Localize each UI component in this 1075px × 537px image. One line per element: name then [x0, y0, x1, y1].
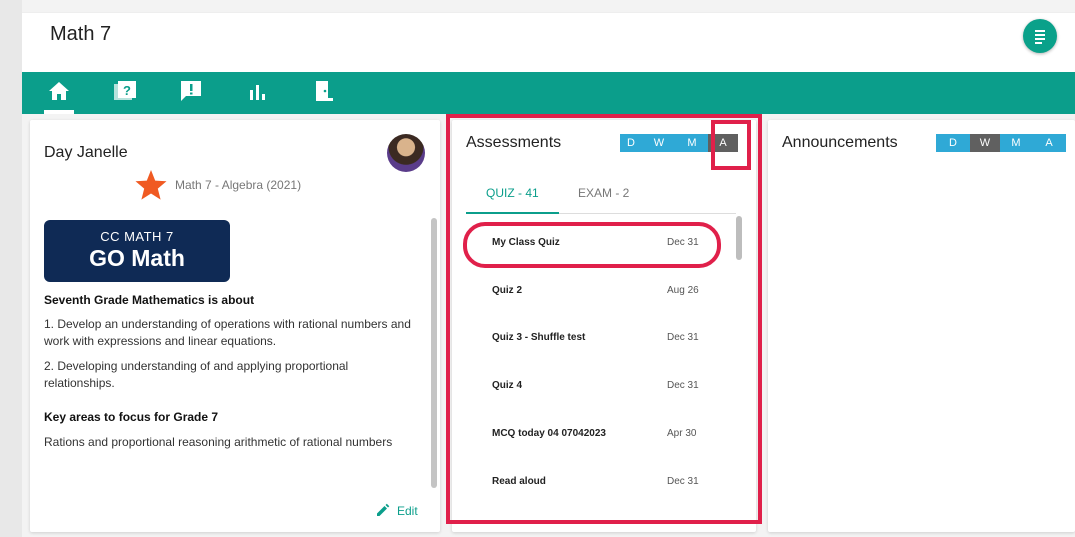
description-point-2: 2. Developing understanding of and apply… [44, 359, 349, 390]
quiz-due-date: Dec 31 [667, 476, 699, 487]
quiz-book-icon: ? [114, 81, 136, 100]
announcements-card: Announcements D W M A [768, 120, 1075, 532]
range-month-button[interactable]: M [1000, 134, 1032, 152]
logo-line2: GO Math [89, 245, 185, 271]
quiz-due-date: Apr 30 [667, 428, 697, 439]
quiz-name: MCQ today 04 07042023 [492, 428, 606, 439]
announcement-icon [181, 81, 201, 101]
quiz-name: Quiz 4 [492, 380, 523, 391]
announcements-title: Announcements [782, 134, 898, 151]
course-logo: CC MATH 7 GO Math [44, 220, 230, 282]
quiz-name: Quiz 3 - Shuffle test [492, 332, 586, 343]
assessments-range-selector: D W M A [620, 134, 738, 152]
quiz-list-scrollbar[interactable] [736, 216, 742, 260]
tab-exam[interactable]: EXAM - 2 [558, 186, 649, 214]
range-day-button[interactable]: D [936, 134, 970, 152]
range-all-button[interactable]: A [708, 134, 738, 152]
teacher-avatar [387, 134, 425, 172]
course-info-card: Day Janelle Math 7 - Algebra (2021) CC M… [30, 120, 440, 532]
teacher-name: Day Janelle [44, 144, 128, 161]
quiz-due-date: Dec 31 [667, 332, 699, 343]
quiz-list-item[interactable]: My Class Quiz Dec 31 [492, 237, 712, 257]
edit-button[interactable]: Edit [375, 502, 418, 518]
quiz-due-date: Aug 26 [667, 285, 699, 296]
exit-door-icon [316, 81, 333, 101]
quiz-due-date: Dec 31 [667, 237, 699, 248]
announcements-range-selector: D W M A [936, 134, 1066, 152]
quiz-name: Quiz 2 [492, 285, 523, 296]
course-nav-bar: ? [22, 72, 1075, 114]
course-subtitle: Math 7 - Algebra (2021) [175, 178, 302, 192]
quiz-list-item[interactable]: Quiz 3 - Shuffle test Dec 31 [492, 332, 712, 352]
focus-heading: Key areas to focus for Grade 7 [44, 410, 219, 424]
nav-active-indicator [44, 110, 74, 114]
pencil-icon [377, 503, 390, 516]
focus-point: Rations and proportional reasoning arith… [44, 435, 393, 449]
menu-button[interactable] [1023, 19, 1057, 53]
range-week-button[interactable]: W [970, 134, 1000, 152]
left-margin-strip [0, 0, 22, 537]
nav-exit[interactable] [308, 80, 338, 114]
logo-line1: CC MATH 7 [100, 229, 174, 244]
quiz-list-item[interactable]: Quiz 4 Dec 31 [492, 380, 712, 400]
range-week-button[interactable]: W [642, 134, 676, 152]
range-all-button[interactable]: A [1032, 134, 1066, 152]
star-icon [135, 170, 167, 200]
quiz-name: Read aloud [492, 476, 546, 487]
nav-announcements[interactable] [176, 80, 206, 114]
home-icon [49, 82, 69, 100]
description-point-1: 1. Develop an understanding of operation… [44, 317, 411, 348]
quiz-list-item[interactable]: Read aloud Dec 31 [492, 476, 712, 496]
edit-label: Edit [397, 504, 418, 518]
course-header: Math 7 [22, 12, 1075, 72]
range-month-button[interactable]: M [676, 134, 708, 152]
svg-text:?: ? [123, 83, 131, 98]
tab-quiz[interactable]: QUIZ - 41 [466, 186, 559, 214]
quiz-list-item[interactable]: Quiz 2 Aug 26 [492, 285, 712, 305]
quiz-name: My Class Quiz [492, 237, 560, 248]
assessments-card: Assessments D W M A QUIZ - 41 EXAM - 2 M… [452, 120, 756, 532]
description-scrollbar[interactable] [431, 218, 437, 488]
bar-chart-icon [250, 85, 265, 100]
nav-quizzes[interactable]: ? [110, 80, 140, 114]
quiz-list-item[interactable]: MCQ today 04 07042023 Apr 30 [492, 428, 712, 448]
assessments-title: Assessments [466, 134, 562, 151]
range-day-button[interactable]: D [620, 134, 642, 152]
nav-home[interactable] [44, 80, 74, 114]
description-heading: Seventh Grade Mathematics is about [44, 293, 255, 307]
assessment-tabs: QUIZ - 41 EXAM - 2 [466, 186, 736, 214]
list-icon [1035, 30, 1045, 32]
course-title: Math 7 [50, 23, 112, 45]
nav-reports[interactable] [242, 80, 272, 114]
quiz-due-date: Dec 31 [667, 380, 699, 391]
